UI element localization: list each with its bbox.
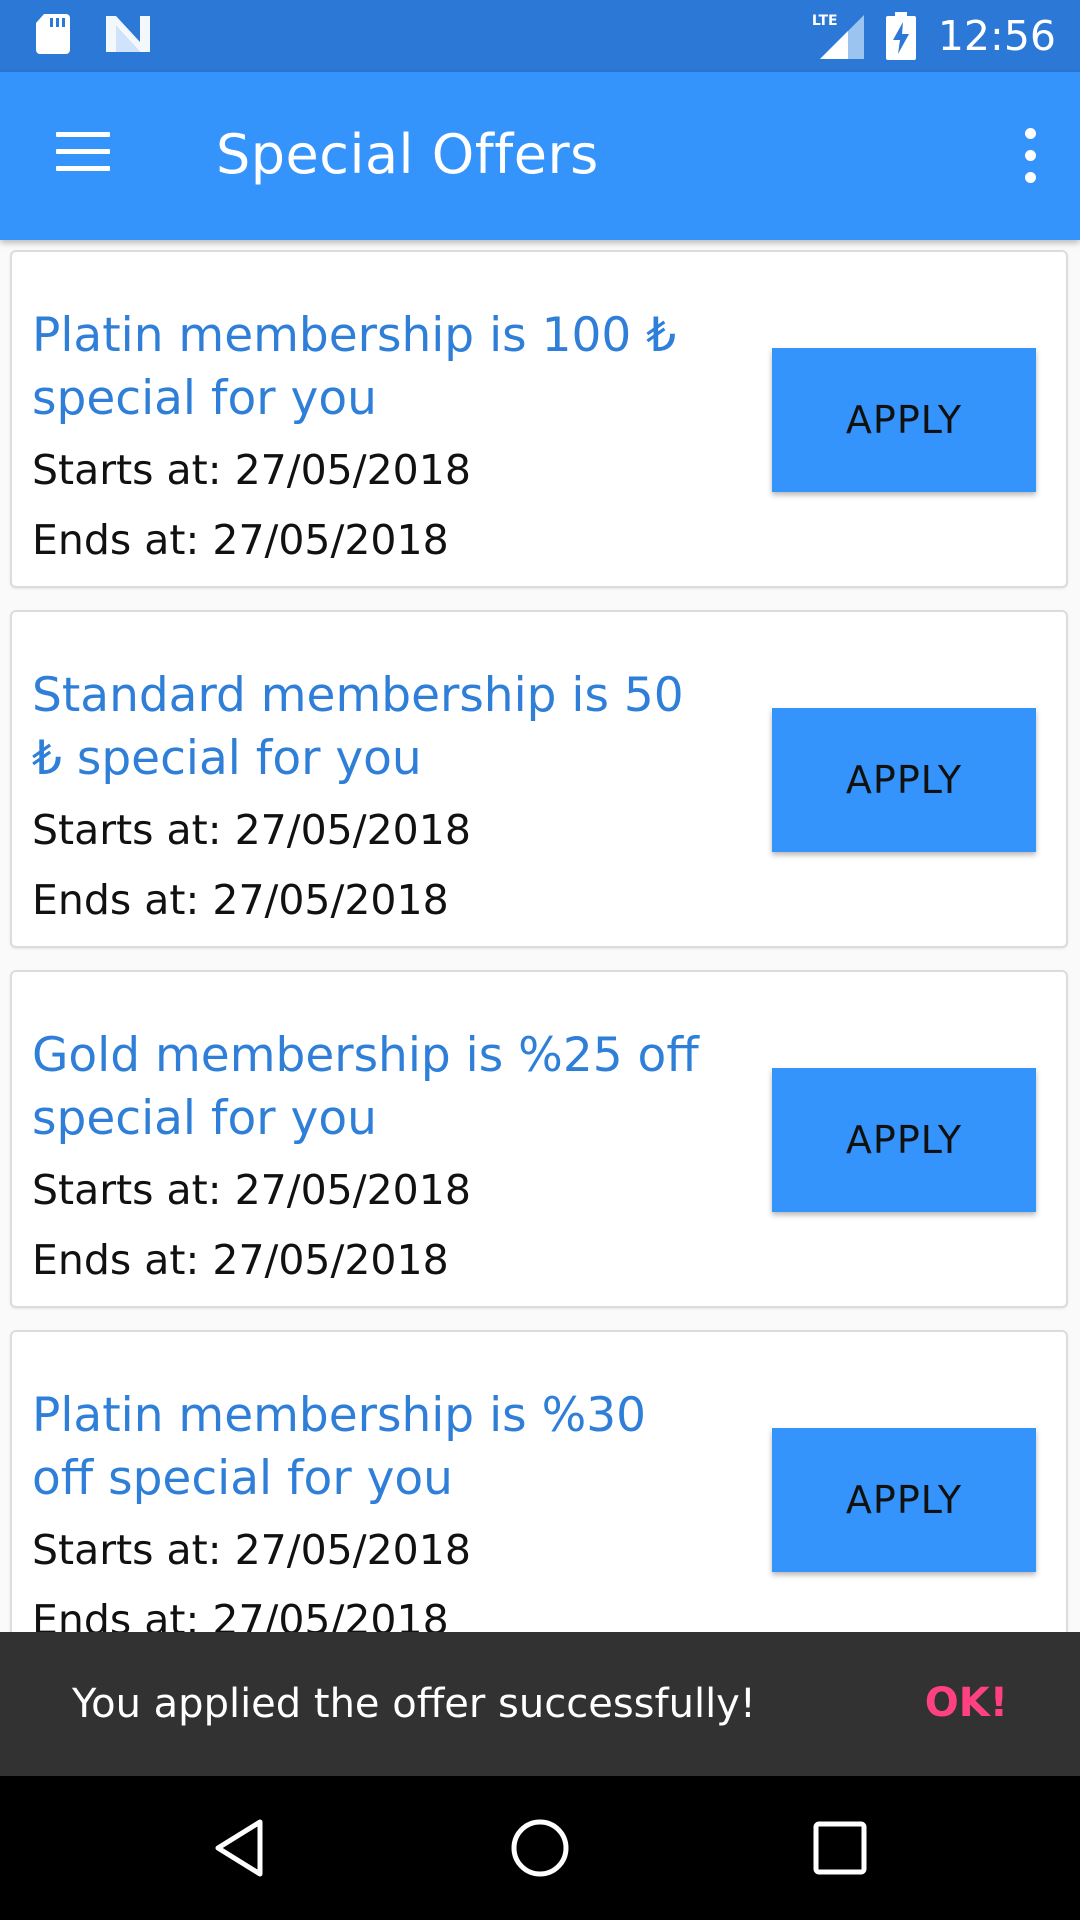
navigation-bar: [0, 1776, 1080, 1920]
apply-button[interactable]: APPLY: [772, 1428, 1036, 1572]
recents-icon[interactable]: [804, 1812, 876, 1884]
offer-card: Gold membership is %25 off special for y…: [10, 970, 1068, 1308]
status-time: 12:56: [937, 12, 1056, 60]
apply-button[interactable]: APPLY: [772, 708, 1036, 852]
offer-end-date: Ends at: 27/05/2018: [32, 516, 449, 564]
home-icon[interactable]: [504, 1812, 576, 1884]
offer-start-date: Starts at: 27/05/2018: [32, 806, 471, 854]
offer-start-date: Starts at: 27/05/2018: [32, 446, 471, 494]
n-logo-icon: [106, 16, 150, 52]
offer-title: Gold membership is %25 off special for y…: [32, 1028, 699, 1146]
offer-card: Platin membership is 100 ₺ special for y…: [10, 250, 1068, 588]
offer-start-date: Starts at: 27/05/2018: [32, 1166, 471, 1214]
snackbar-message: You applied the offer successfully!: [72, 1681, 756, 1727]
battery-charging-icon: [885, 12, 916, 60]
offer-title: Platin membership is 100 ₺ special for y…: [32, 308, 677, 426]
offer-end-date: Ends at: 27/05/2018: [32, 1596, 449, 1632]
offer-card: Platin membership is %30 off special for…: [10, 1330, 1068, 1632]
offer-end-date: Ends at: 27/05/2018: [32, 876, 449, 924]
lte-signal-icon: LTE: [812, 13, 864, 59]
status-bar: LTE 12:56: [0, 0, 1080, 72]
offer-title: Standard membership is 50 ₺ special for …: [32, 668, 684, 786]
apply-button[interactable]: APPLY: [772, 348, 1036, 492]
snackbar: You applied the offer successfully! OK!: [0, 1632, 1080, 1776]
offer-end-date: Ends at: 27/05/2018: [32, 1236, 449, 1284]
offer-list[interactable]: Platin membership is 100 ₺ special for y…: [0, 240, 1080, 1632]
snackbar-ok-button[interactable]: OK!: [925, 1672, 1008, 1734]
app-bar: Special Offers: [0, 72, 1080, 240]
back-icon[interactable]: [204, 1812, 276, 1884]
offer-title: Platin membership is %30 off special for…: [32, 1388, 647, 1506]
sd-card-icon: [36, 14, 70, 54]
apply-button[interactable]: APPLY: [772, 1068, 1036, 1212]
offer-card: Standard membership is 50 ₺ special for …: [10, 610, 1068, 948]
offer-start-date: Starts at: 27/05/2018: [32, 1526, 471, 1574]
page-title: Special Offers: [216, 123, 599, 186]
more-vert-icon[interactable]: [1010, 124, 1050, 188]
menu-icon[interactable]: [54, 128, 114, 176]
